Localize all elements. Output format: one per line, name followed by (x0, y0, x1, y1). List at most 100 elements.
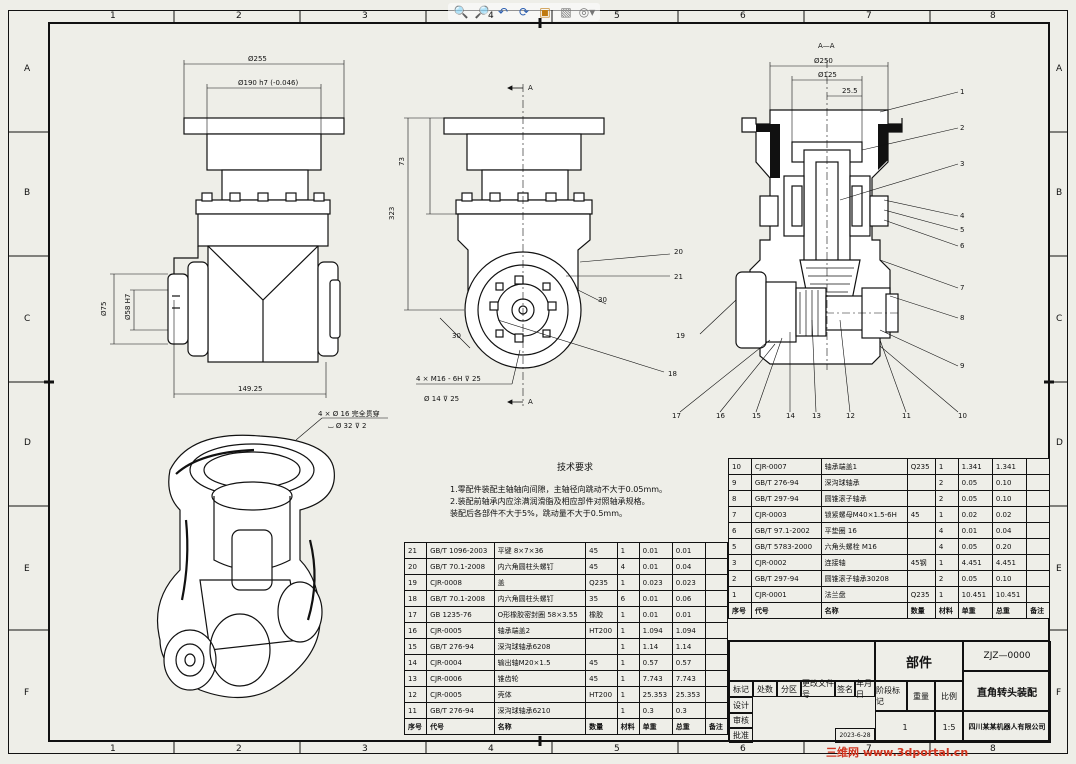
bom-header-cell: 序号 (728, 602, 752, 619)
bom-cell: 1 (616, 686, 640, 703)
dim-a50-side: 30 (598, 296, 607, 304)
dim-a30-side: 30 (452, 332, 461, 340)
bom-cell: 2 (728, 570, 752, 587)
bom-header-row: 序号 代号 名称 数量 材料 单重 总重 备注 (728, 602, 1050, 619)
bom-cell: GB 1235-76 (426, 606, 495, 623)
zone-column-3-top: 3 (362, 11, 368, 21)
zone-column-3-bottom: 3 (362, 744, 368, 754)
bom-cell: 4 (934, 538, 959, 555)
bom-cell (704, 654, 729, 671)
bom-cell: 1.341 (991, 458, 1028, 475)
bom-cell: HT200 (585, 686, 618, 703)
zone-column-7-bottom: 7 (866, 744, 872, 754)
zone-row-D-right: D (1056, 438, 1063, 448)
bom-cell: 5 (728, 538, 752, 555)
zone-column-5-top: 5 (614, 11, 620, 21)
bom-cell: 25.353 (638, 686, 673, 703)
bom-cell: 12 (403, 686, 428, 703)
bom-row: 16 CJR-0005 轴承端盖2 HT200 1 1.094 1.094 (403, 622, 729, 639)
bom-cell: 19 (403, 574, 428, 591)
bom-cell (704, 670, 729, 687)
weight-label: 重量 (907, 681, 935, 711)
bom-cell: 0.10 (991, 474, 1028, 491)
notes-line-3: 装配后各部件不大于5%，跳动量不大于0.5mm。 (450, 509, 627, 518)
bom-cell: 17 (403, 606, 428, 623)
bom-cell: 0.57 (638, 654, 673, 671)
bom-cell: 0.05 (957, 570, 993, 587)
bom-row: 19 CJR-0008 盖 Q235 1 0.023 0.023 (403, 574, 729, 591)
bom-cell (1026, 570, 1050, 587)
bom-row: 12 CJR-0005 壳体 HT200 1 25.353 25.353 (403, 686, 729, 703)
zone-column-1-bottom: 1 (110, 744, 116, 754)
bom-cell: 0.05 (957, 474, 993, 491)
bom-cell (1026, 458, 1050, 475)
bom-cell: 21 (403, 542, 428, 559)
dim-d58-front: Ø58 H7 (124, 294, 132, 320)
bom-cell: 1 (616, 638, 640, 655)
bom-cell (704, 606, 729, 623)
role-review: 审核 (729, 713, 753, 728)
bom-cell: 0.10 (991, 570, 1028, 587)
bom-cell: 0.02 (957, 506, 993, 523)
bom-cell: 4.451 (957, 554, 993, 571)
bom-cell: 六角头螺栓 M16 (820, 538, 908, 555)
bom-cell: CJR-0006 (426, 670, 495, 687)
bom-cell: 0.01 (638, 590, 673, 607)
callout-13: 13 (812, 412, 821, 420)
bom-cell: 0.3 (671, 702, 706, 719)
bom-cell: 4.451 (991, 554, 1028, 571)
bom-header-cell: 数量 (585, 718, 618, 735)
bom-cell: 1 (728, 586, 752, 603)
bom-cell (1026, 506, 1050, 523)
bom-cell: 7 (728, 506, 752, 523)
zone-row-B-right: B (1056, 188, 1063, 198)
hole-note-side: 4 × M16 - 6H ⊽ 25 (416, 375, 481, 383)
bom-cell: 1 (616, 574, 640, 591)
zone-column-6-bottom: 6 (740, 744, 746, 754)
callout-12: 12 (846, 412, 855, 420)
callout-2: 2 (960, 124, 964, 132)
bom-cell: 轴承端盖1 (820, 458, 908, 475)
bom-cell: 深沟球轴承6210 (493, 702, 587, 719)
section-mark-top: A (528, 84, 533, 92)
bom-cell: 0.01 (638, 606, 673, 623)
revision-area (729, 641, 875, 681)
notes-line-2: 2.装配前轴承内应涂满润滑脂及相应部件对照轴承规格。 (450, 497, 650, 506)
drawing-sheet: 🔍 🔎 ↶ ⟳ ▣ ▧ ◎▾ Ø255 Ø190 h7 (-0.046) Ø75… (0, 0, 1076, 764)
callout-8: 8 (960, 314, 964, 322)
bom-cell: 0.06 (671, 590, 706, 607)
bom-cell: 圆锥滚子轴承 (820, 490, 908, 507)
sign-label: 签名 (835, 681, 855, 697)
bom-cell (704, 558, 729, 575)
bom-cell (1026, 554, 1050, 571)
bom-cell (704, 574, 729, 591)
bom-cell (704, 622, 729, 639)
bom-cell: 14 (403, 654, 428, 671)
bom-cell: 锥齿轮 (493, 670, 587, 687)
zone-column-4-top: 4 (488, 11, 494, 21)
callout-11: 11 (902, 412, 911, 420)
bom-cell: 6 (728, 522, 752, 539)
bom-cell: 0.01 (957, 522, 993, 539)
bom-cell: 1.14 (638, 638, 673, 655)
dim-d255-front: Ø255 (248, 55, 267, 63)
bom-header-cell: 序号 (403, 718, 428, 735)
bom-cell: 1 (616, 654, 640, 671)
bom-cell: 0.10 (991, 490, 1028, 507)
bom-cell: 1 (616, 606, 640, 623)
scale-label: 比例 (935, 681, 963, 711)
bom-cell: 2 (934, 474, 959, 491)
bom-cell: CJR-0001 (750, 586, 822, 603)
callout-19: 19 (676, 332, 685, 340)
bom-cell: 连接轴 (820, 554, 908, 571)
bom-cell: 深沟球轴承 (820, 474, 908, 491)
bom-cell: GB/T 297-94 (750, 570, 822, 587)
scale-value: 1:5 (935, 711, 963, 743)
date-label: 年月日 (855, 679, 875, 699)
zone-row-D-left: D (24, 438, 31, 448)
bom-header-cell: 材料 (934, 602, 959, 619)
bom-row: 20 GB/T 70.1-2008 内六角圆柱头螺钉 45 4 0.01 0.04 (403, 558, 729, 575)
bom-cell: 16 (403, 622, 428, 639)
bom-cell: 3 (728, 554, 752, 571)
bom-cell: 1 (616, 622, 640, 639)
